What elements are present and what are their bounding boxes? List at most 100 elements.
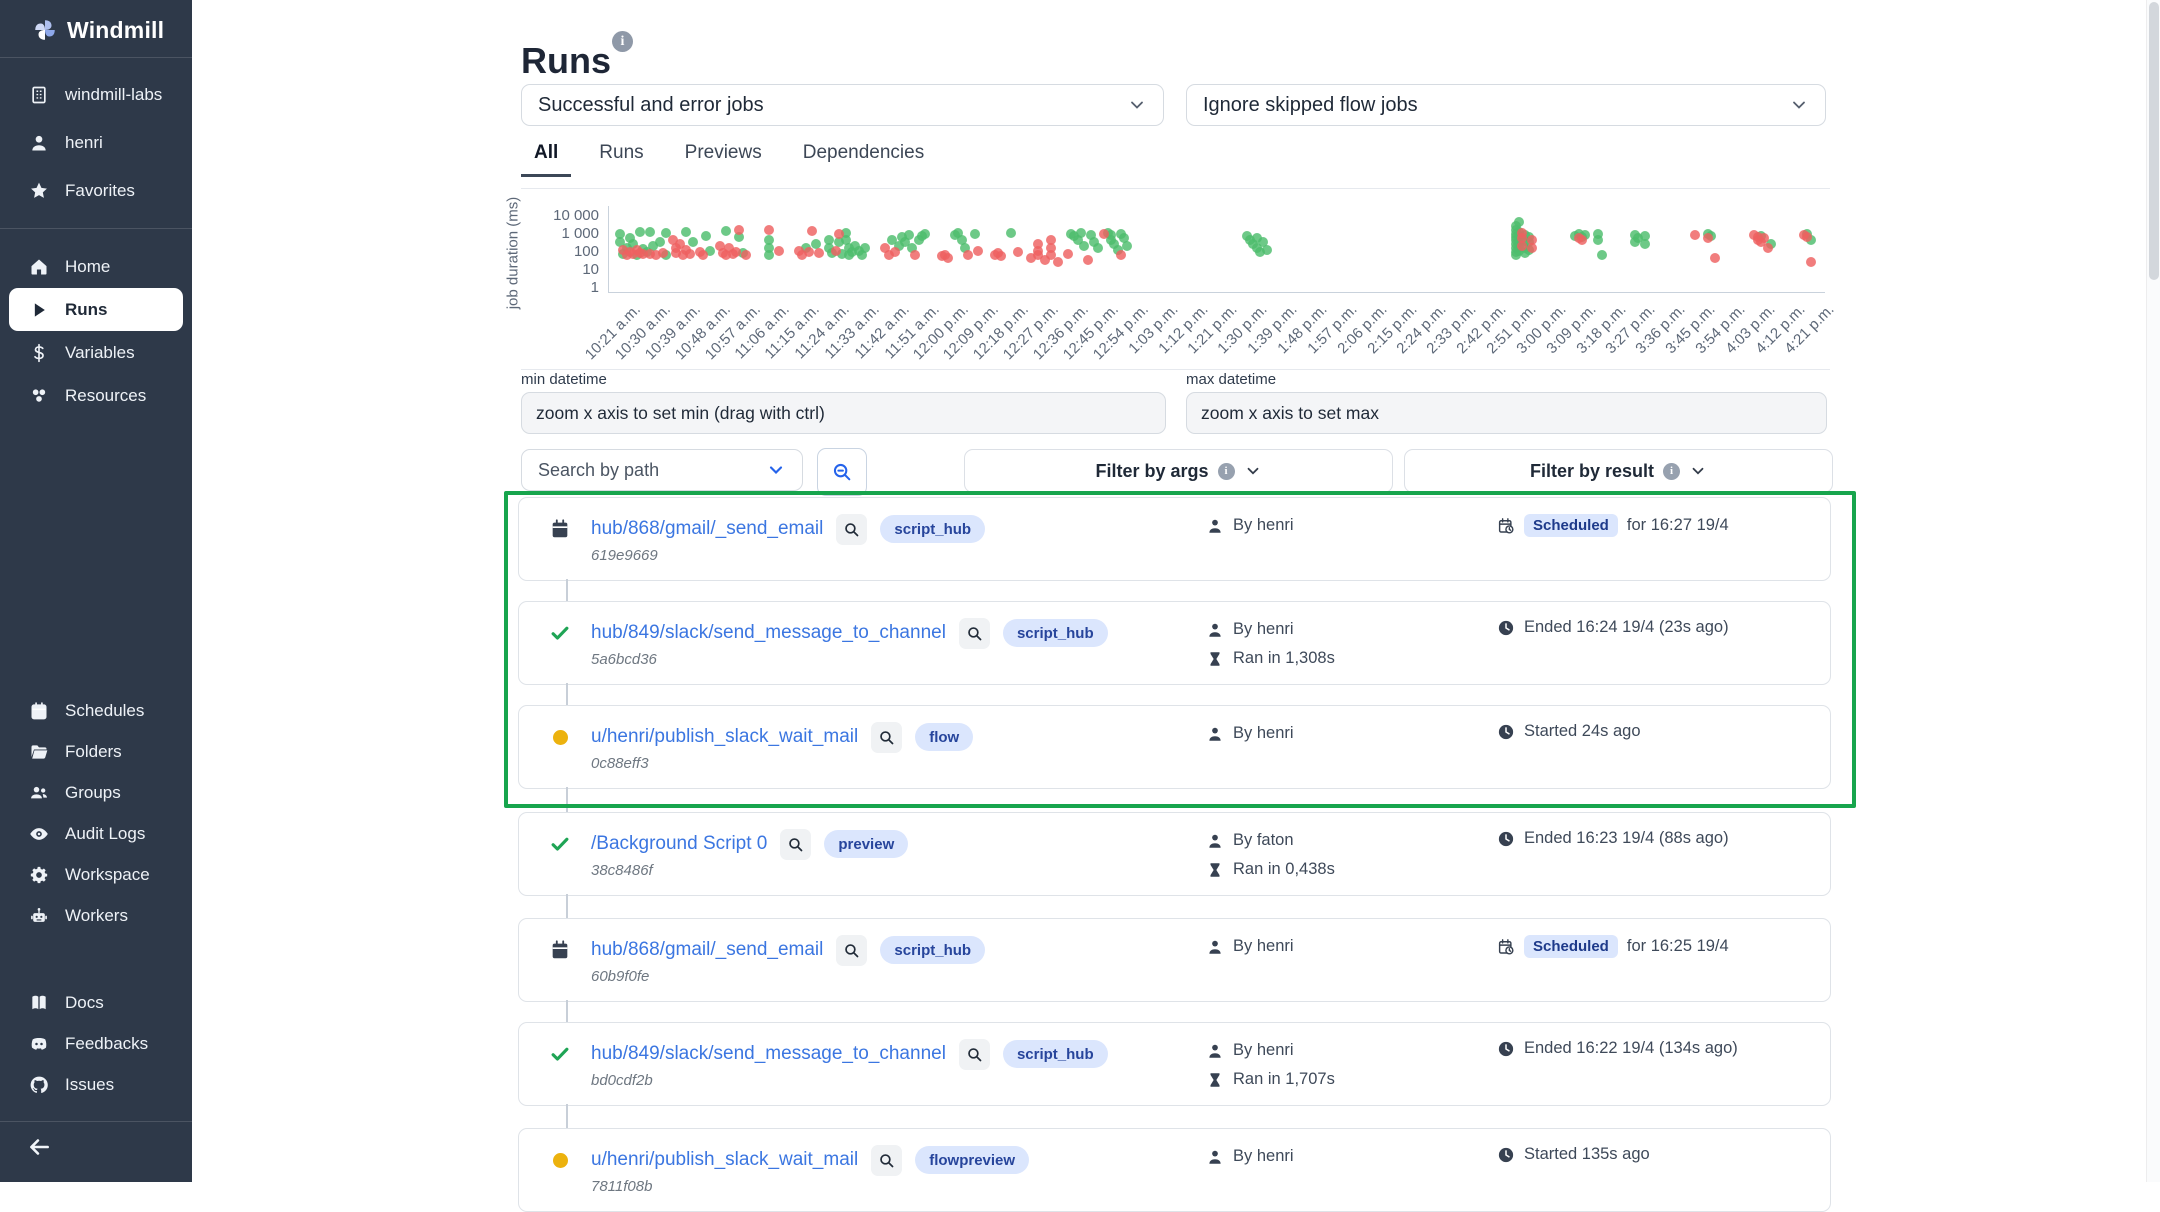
run-path-link[interactable]: hub/849/slack/send_message_to_channel [591, 1043, 946, 1065]
job-dot-success[interactable] [764, 250, 774, 260]
run-path-link[interactable]: hub/868/gmail/_send_email [591, 939, 823, 961]
path-search-button[interactable] [871, 1145, 902, 1176]
job-dot-success[interactable] [1122, 241, 1132, 251]
path-search-button[interactable] [836, 935, 867, 966]
sidebar-item-audit-logs[interactable]: Audit Logs [0, 813, 192, 854]
job-dot-error[interactable] [973, 246, 983, 256]
job-dot-error[interactable] [741, 250, 751, 260]
sidebar-item-runs[interactable]: Runs [9, 288, 183, 331]
job-dot-success[interactable] [860, 243, 870, 253]
filter-by-args-button[interactable]: Filter by args i [964, 449, 1393, 493]
collapse-sidebar-button[interactable] [22, 1130, 56, 1164]
run-row-6[interactable]: hub/849/slack/send_message_to_channelscr… [518, 1022, 1831, 1106]
job-dot-success[interactable] [970, 229, 980, 239]
job-status-filter-select[interactable]: Successful and error jobs [521, 84, 1164, 126]
job-dot-error[interactable] [698, 250, 708, 260]
job-dot-error[interactable] [1517, 241, 1527, 251]
job-dot-success[interactable] [1093, 243, 1103, 253]
tab-previews[interactable]: Previews [672, 134, 775, 177]
job-dot-success[interactable] [645, 227, 655, 237]
job-dot-error[interactable] [731, 247, 741, 257]
job-dot-error[interactable] [774, 246, 784, 256]
job-dot-error[interactable] [834, 229, 844, 239]
run-path-link[interactable]: hub/849/slack/send_message_to_channel [591, 622, 946, 644]
job-dot-error[interactable] [831, 246, 841, 256]
sidebar-item-issues[interactable]: Issues [0, 1064, 192, 1105]
job-dot-success[interactable] [701, 231, 711, 241]
run-row-3[interactable]: u/henri/publish_slack_wait_mailflow0c88e… [518, 705, 1831, 789]
job-dot-error[interactable] [1053, 257, 1063, 267]
job-dot-error[interactable] [890, 247, 900, 257]
job-dot-error[interactable] [804, 247, 814, 257]
search-by-path-select[interactable]: Search by path [521, 449, 803, 491]
run-row-7[interactable]: u/henri/publish_slack_wait_mailflowprevi… [518, 1128, 1831, 1212]
scrollbar-thumb[interactable] [2149, 2, 2159, 280]
sidebar-item-favorites[interactable]: Favorites [0, 167, 192, 215]
job-dot-success[interactable] [1076, 228, 1086, 238]
run-path-link[interactable]: u/henri/publish_slack_wait_mail [591, 726, 858, 748]
run-path-link[interactable]: /Background Script 0 [591, 833, 767, 855]
path-search-button[interactable] [871, 722, 902, 753]
path-search-button[interactable] [836, 514, 867, 545]
job-dot-error[interactable] [1116, 250, 1126, 260]
scrollbar[interactable] [2146, 0, 2160, 1182]
sidebar-item-groups[interactable]: Groups [0, 772, 192, 813]
run-path-link[interactable]: hub/868/gmail/_send_email [591, 518, 823, 540]
max-datetime-input[interactable] [1186, 392, 1827, 434]
run-row-5[interactable]: hub/868/gmail/_send_emailscript_hub60b9f… [518, 918, 1831, 1002]
sidebar-item-windmill-labs[interactable]: windmill-labs [0, 71, 192, 119]
search-button[interactable] [817, 448, 867, 496]
job-dot-success[interactable] [1079, 241, 1089, 251]
job-dot-success[interactable] [1514, 217, 1524, 227]
job-dot-error[interactable] [1013, 247, 1023, 257]
filter-by-result-button[interactable]: Filter by result i [1404, 449, 1833, 493]
job-dot-error[interactable] [1577, 235, 1587, 245]
sidebar-item-home[interactable]: Home [0, 245, 192, 288]
job-dot-error[interactable] [764, 225, 774, 235]
job-dot-error[interactable] [1690, 230, 1700, 240]
job-dot-success[interactable] [904, 230, 914, 240]
job-dot-success[interactable] [1262, 245, 1272, 255]
sidebar-item-feedbacks[interactable]: Feedbacks [0, 1023, 192, 1064]
sidebar-item-docs[interactable]: Docs [0, 982, 192, 1023]
sidebar-item-variables[interactable]: Variables [0, 331, 192, 374]
sidebar-item-folders[interactable]: Folders [0, 731, 192, 772]
info-icon[interactable]: i [612, 31, 633, 52]
job-dot-error[interactable] [1527, 243, 1537, 253]
skipped-flow-filter-select[interactable]: Ignore skipped flow jobs [1186, 84, 1826, 126]
sidebar-item-workers[interactable]: Workers [0, 895, 192, 936]
job-dot-error[interactable] [910, 250, 920, 260]
app-logo[interactable]: Windmill [0, 12, 192, 48]
run-path-link[interactable]: u/henri/publish_slack_wait_mail [591, 1149, 858, 1171]
path-search-button[interactable] [959, 1039, 990, 1070]
job-dot-success[interactable] [681, 227, 691, 237]
job-dot-error[interactable] [943, 253, 953, 263]
job-dot-success[interactable] [920, 229, 930, 239]
job-dot-success[interactable] [1593, 235, 1603, 245]
job-dot-error[interactable] [963, 250, 973, 260]
job-dot-error[interactable] [814, 248, 824, 258]
job-dot-error[interactable] [658, 248, 668, 258]
job-dot-error[interactable] [1083, 255, 1093, 265]
run-row-2[interactable]: hub/849/slack/send_message_to_channelscr… [518, 601, 1831, 685]
job-dot-success[interactable] [721, 226, 731, 236]
path-search-button[interactable] [959, 618, 990, 649]
job-dot-error[interactable] [996, 251, 1006, 261]
job-duration-chart[interactable]: job duration (ms) 10 0001 00010010110:21… [521, 188, 1830, 370]
sidebar-item-schedules[interactable]: Schedules [0, 690, 192, 731]
job-dot-error[interactable] [1763, 243, 1773, 253]
sidebar-item-resources[interactable]: Resources [0, 374, 192, 417]
job-dot-error[interactable] [1063, 249, 1073, 259]
job-dot-error[interactable] [1806, 257, 1816, 267]
sidebar-item-henri[interactable]: henri [0, 119, 192, 167]
run-row-4[interactable]: /Background Script 0preview38c8486fBy fa… [518, 812, 1831, 896]
tab-all[interactable]: All [521, 134, 571, 177]
job-dot-success[interactable] [1597, 250, 1607, 260]
min-datetime-input[interactable] [521, 392, 1166, 434]
job-dot-success[interactable] [1640, 239, 1650, 249]
job-dot-error[interactable] [1703, 233, 1713, 243]
tab-dependencies[interactable]: Dependencies [790, 134, 937, 177]
job-dot-success[interactable] [635, 227, 645, 237]
job-dot-success[interactable] [655, 237, 665, 247]
tab-runs[interactable]: Runs [586, 134, 656, 177]
